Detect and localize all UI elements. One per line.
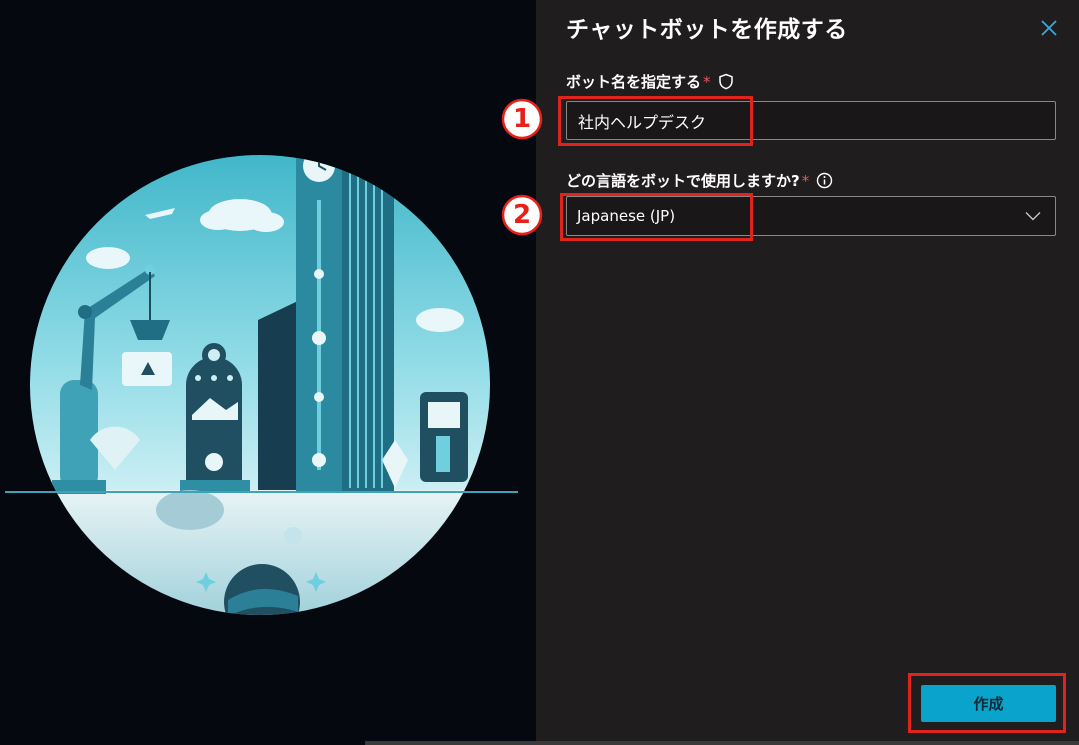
language-select[interactable]: Japanese (JP) [566, 196, 1056, 236]
bot-name-label: ボット名を指定する * [566, 71, 734, 92]
required-mark: * [801, 171, 810, 190]
close-icon [1041, 20, 1057, 36]
required-mark: * [703, 72, 711, 91]
illustration-pane [0, 0, 536, 745]
chevron-down-icon [1025, 211, 1041, 221]
city-illustration [5, 155, 518, 615]
language-label-text: どの言語をボットで使用しますか? [566, 172, 800, 190]
info-icon[interactable] [816, 172, 833, 189]
create-chatbot-panel: チャットボットを作成する ボット名を指定する * どの言語をボットで使用しますか… [501, 0, 1079, 745]
bot-name-label-text: ボット名を指定する [566, 73, 702, 91]
bottom-scrollbar [365, 741, 1079, 745]
create-button[interactable]: 作成 [921, 685, 1056, 722]
language-label: どの言語をボットで使用しますか? * [566, 170, 833, 191]
close-button[interactable] [1037, 16, 1061, 40]
language-selected-value: Japanese (JP) [577, 207, 676, 225]
bot-name-input[interactable] [566, 101, 1056, 140]
shield-icon [718, 73, 734, 90]
dialog-title: チャットボットを作成する [566, 17, 848, 43]
